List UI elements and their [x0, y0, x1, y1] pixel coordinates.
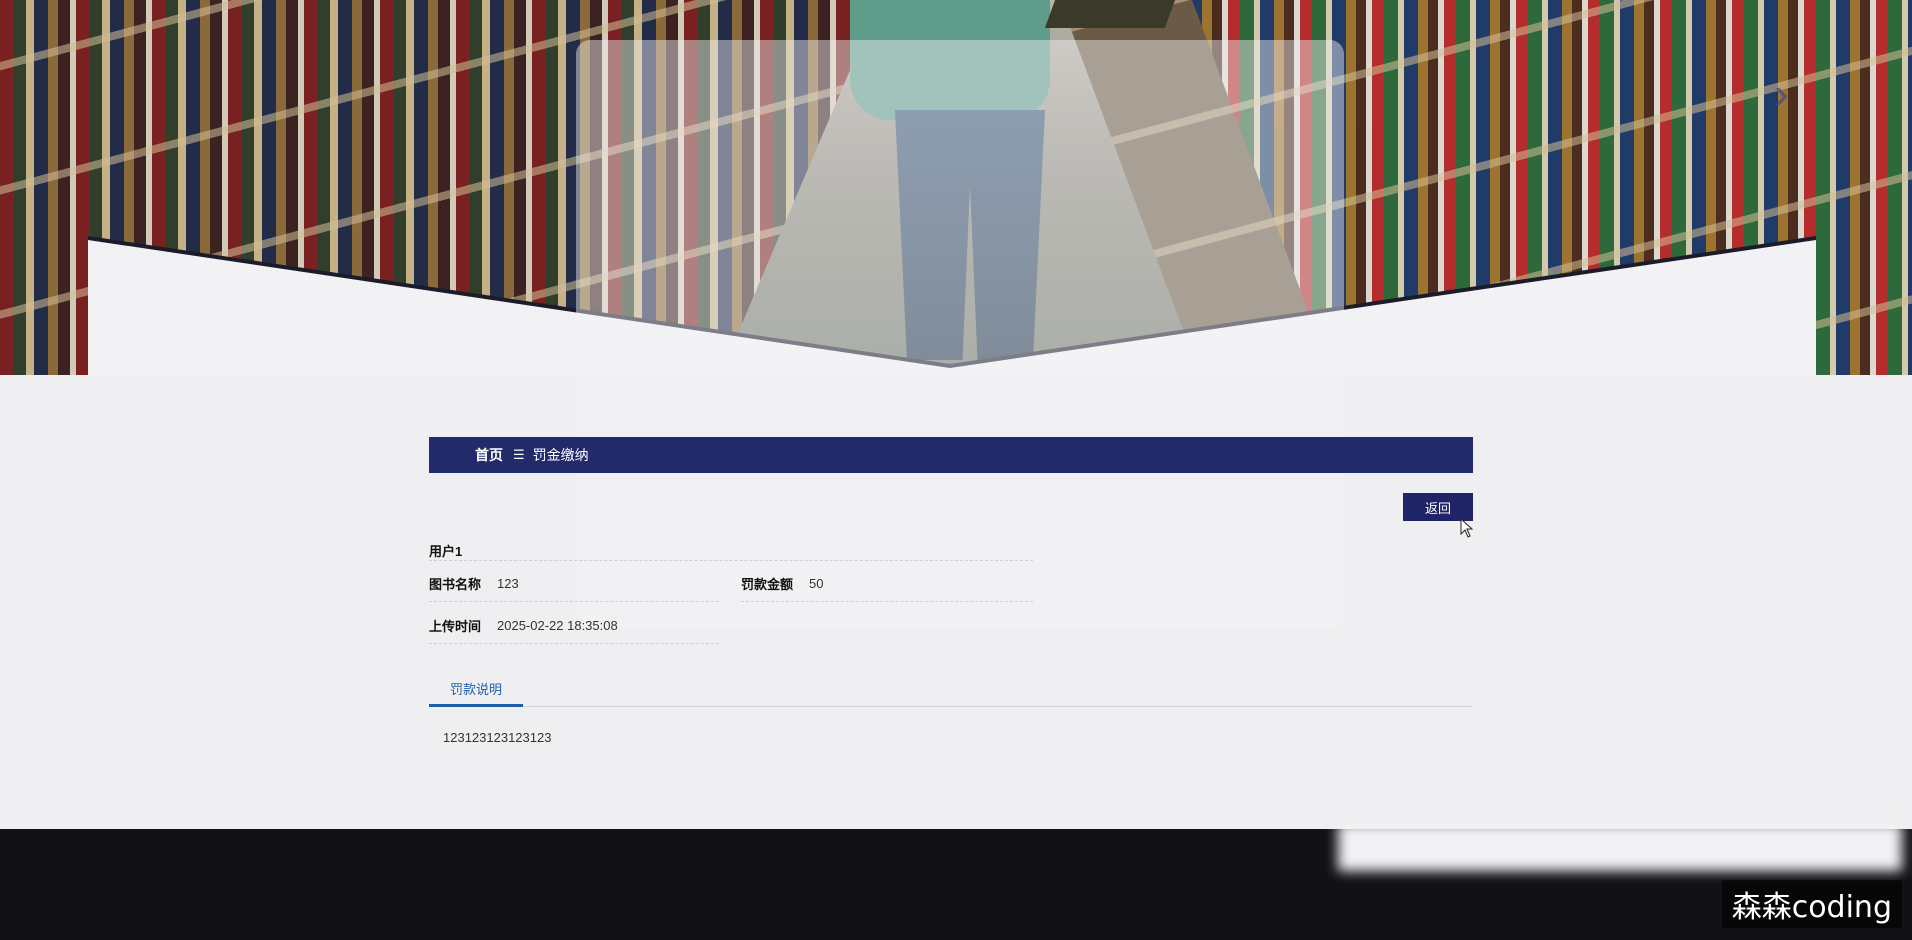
tab-bar: 罚款说明 — [429, 672, 1473, 707]
fine-amount-field: 罚款金额 50 — [741, 565, 1033, 602]
user-name: 用户1 — [429, 541, 1033, 561]
ghost-dialog-overlay — [576, 40, 1344, 628]
fine-amount-value: 50 — [809, 575, 824, 591]
person-book-image — [1044, 0, 1176, 28]
mouse-pointer-icon — [1460, 518, 1474, 538]
breadcrumb-home[interactable]: 首页 — [475, 445, 503, 465]
book-name-field: 图书名称 123 — [429, 565, 719, 602]
book-name-label: 图书名称 — [429, 576, 482, 592]
watermark: 森森coding — [1721, 880, 1902, 928]
chevron-right-icon[interactable]: › — [1774, 72, 1802, 116]
upload-time-value: 2025-02-22 18:35:08 — [497, 617, 618, 633]
breadcrumb-current: 罚金缴纳 — [532, 447, 589, 463]
breadcrumb: 首页 ☰ 罚金缴纳 — [429, 437, 1473, 473]
book-name-value: 123 — [497, 575, 519, 591]
back-button[interactable]: 返回 — [1403, 493, 1473, 521]
fine-amount-label: 罚款金额 — [741, 576, 794, 592]
footer-blur-overlay — [1338, 823, 1902, 871]
tab-fine-description[interactable]: 罚款说明 — [429, 672, 523, 707]
upload-time-label: 上传时间 — [429, 618, 482, 634]
tab-content: 123123123123123 — [443, 730, 552, 745]
breadcrumb-separator-icon: ☰ — [513, 447, 525, 462]
upload-time-field: 上传时间 2025-02-22 18:35:08 — [429, 607, 719, 644]
